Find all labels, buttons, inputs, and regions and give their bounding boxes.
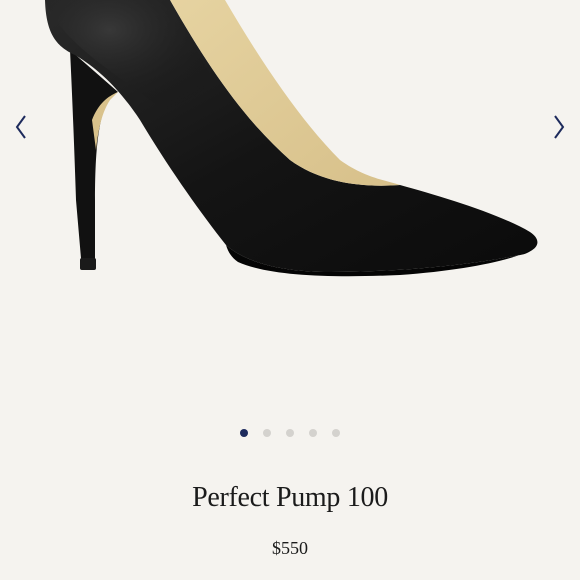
product-price: $550 <box>272 538 308 558</box>
pagination-dot-3[interactable] <box>286 429 294 437</box>
pagination-dot-4[interactable] <box>309 429 317 437</box>
product-title: Perfect Pump 100 <box>192 482 388 513</box>
previous-image-button[interactable] <box>6 110 36 144</box>
product-image[interactable] <box>0 0 580 420</box>
pagination-dot-2[interactable] <box>263 429 271 437</box>
product-image-gallery[interactable] <box>0 0 580 420</box>
image-pagination-dots <box>0 429 580 437</box>
next-image-button[interactable] <box>544 110 574 144</box>
pagination-dot-5[interactable] <box>332 429 340 437</box>
pagination-dot-1[interactable] <box>240 429 248 437</box>
chevron-right-icon <box>554 115 565 139</box>
chevron-left-icon <box>15 115 26 139</box>
